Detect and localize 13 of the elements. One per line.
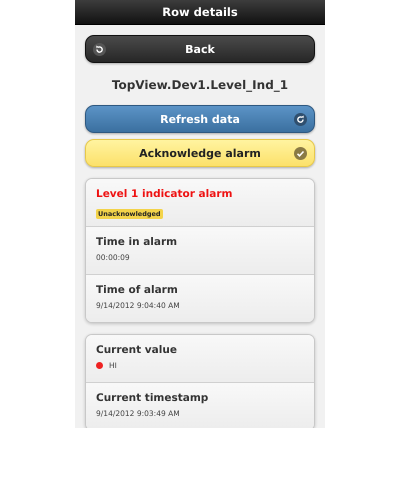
back-button[interactable]: Back (85, 35, 315, 63)
field-label: Current value (96, 343, 178, 357)
acknowledge-button[interactable]: Acknowledge alarm (85, 139, 315, 167)
header-title: Row details (75, 0, 325, 25)
field-label: Current timestamp (96, 391, 210, 405)
back-icon (93, 43, 106, 56)
refresh-icon (294, 113, 307, 126)
alarm-title: Level 1 indicator alarm (96, 187, 234, 201)
item-name: TopView.Dev1.Level_Ind_1 (112, 78, 288, 92)
field-label: Time of alarm (96, 283, 179, 297)
check-icon (294, 147, 307, 160)
refresh-button[interactable]: Refresh data (85, 105, 315, 133)
field-label: Time in alarm (96, 235, 178, 249)
